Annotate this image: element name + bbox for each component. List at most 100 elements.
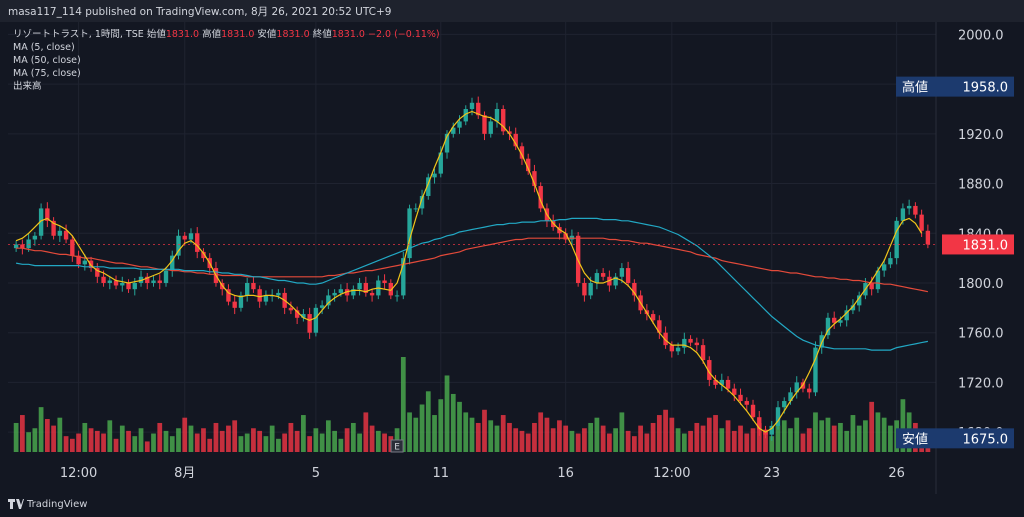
volume-bar — [469, 417, 475, 452]
price-tick-label: 1880.0 — [958, 178, 1004, 193]
volume-bar — [32, 428, 38, 452]
volume-bar — [694, 422, 700, 452]
volume-bar — [26, 432, 31, 452]
volume-bar — [419, 404, 425, 452]
candle-body — [869, 282, 874, 290]
volume-bar — [88, 428, 94, 452]
volume-bar — [582, 428, 587, 452]
volume-bar — [132, 436, 138, 452]
volume-bar — [457, 401, 462, 452]
volume-bar — [232, 420, 238, 452]
time-tick-label: 8月 — [174, 466, 195, 481]
open-value: 1831.0 — [165, 29, 200, 40]
candle-body — [469, 102, 475, 109]
publisher-line: masa117_114 published on TradingView.com… — [8, 6, 392, 18]
volume-bar — [13, 422, 19, 452]
legend-ma5[interactable]: MA (5, close) — [13, 41, 440, 54]
volume-bar — [544, 417, 550, 452]
volume-bar — [188, 425, 194, 452]
volume-bar — [438, 399, 444, 452]
candle-body — [182, 235, 187, 240]
candle-body — [332, 292, 337, 296]
volume-bar — [69, 438, 75, 452]
volume-bar — [819, 420, 825, 452]
candle-body — [725, 379, 731, 389]
low-label-value: 1675.0 — [963, 432, 1009, 447]
volume-bar — [675, 428, 681, 452]
price-tick-label: 1800.0 — [958, 277, 1004, 292]
ma50-line — [15, 217, 929, 351]
tradingview-logo[interactable]: TradingView — [8, 499, 87, 510]
earnings-marker-label: E — [394, 443, 400, 453]
volume-bar — [38, 407, 44, 452]
symbol-line: リゾートトラスト, 1時間, TSE — [13, 29, 144, 40]
candle-body — [913, 205, 918, 215]
price-tick-label: 1920.0 — [958, 128, 1004, 143]
candle-body — [232, 301, 237, 308]
low-value: 1831.0 — [276, 29, 310, 40]
candle-body — [881, 264, 887, 271]
volume-bar — [494, 425, 500, 452]
volume-bar — [713, 415, 718, 452]
volume-bar — [619, 412, 625, 452]
candle-body — [594, 273, 600, 283]
candle-body — [163, 270, 169, 283]
volume-bar — [650, 422, 656, 452]
candle-body — [888, 258, 893, 265]
high-label-value: 1958.0 — [963, 81, 1009, 96]
candle-body — [32, 235, 38, 240]
time-tick-label: 5 — [312, 466, 320, 481]
time-tick-label: 12:00 — [60, 466, 97, 481]
volume-bar — [838, 422, 843, 452]
time-tick-label: 26 — [888, 466, 905, 481]
candle-body — [244, 282, 250, 296]
volume-bar — [163, 430, 169, 452]
volume-bar — [669, 417, 675, 452]
candle-body — [457, 121, 462, 128]
volume-bar — [244, 433, 250, 452]
candle-body — [925, 230, 931, 245]
volume-bar — [875, 412, 881, 452]
volume-bar — [169, 436, 175, 452]
candle-body — [276, 292, 281, 296]
candle-body — [488, 121, 493, 134]
volume-bar — [681, 433, 687, 452]
volume-bar — [831, 425, 837, 452]
candle-body — [432, 173, 437, 178]
legend-volume[interactable]: 出来高 — [13, 80, 440, 93]
candle-body — [900, 208, 906, 221]
volume-bar — [369, 425, 375, 452]
volume-bar — [219, 430, 225, 452]
volume-bar — [101, 433, 106, 452]
volume-bar — [413, 417, 419, 452]
candle-body — [482, 115, 487, 134]
volume-bar — [607, 433, 612, 452]
volume-bar — [550, 428, 556, 452]
candle-body — [107, 280, 112, 283]
candle-body — [263, 295, 269, 302]
legend-ma50[interactable]: MA (50, close) — [13, 54, 440, 67]
moving-averages — [15, 110, 929, 433]
change-text: −2.0 (−0.11%) — [368, 29, 440, 40]
volume-bar — [507, 422, 512, 452]
last-price-label-value: 1831.0 — [963, 238, 1009, 253]
volume-bar — [357, 433, 362, 452]
volume-bar — [706, 417, 712, 452]
volume-bar — [825, 417, 831, 452]
candle-body — [919, 214, 924, 231]
legend-ma75[interactable]: MA (75, close) — [13, 67, 440, 80]
time-tick-label: 11 — [433, 466, 450, 481]
volume-bar — [725, 420, 731, 452]
volume-bar — [444, 375, 450, 452]
volume-bar — [719, 428, 725, 452]
volume-bar — [856, 425, 862, 452]
volume-bar — [350, 422, 356, 452]
volume-bar — [213, 422, 219, 452]
volume-bar — [569, 430, 575, 452]
candle-body — [120, 282, 125, 286]
candle-body — [70, 239, 75, 256]
candle-body — [251, 282, 256, 290]
candle-body — [126, 282, 131, 290]
volume-bar — [700, 425, 706, 452]
price-tick-label: 1760.0 — [958, 327, 1004, 342]
